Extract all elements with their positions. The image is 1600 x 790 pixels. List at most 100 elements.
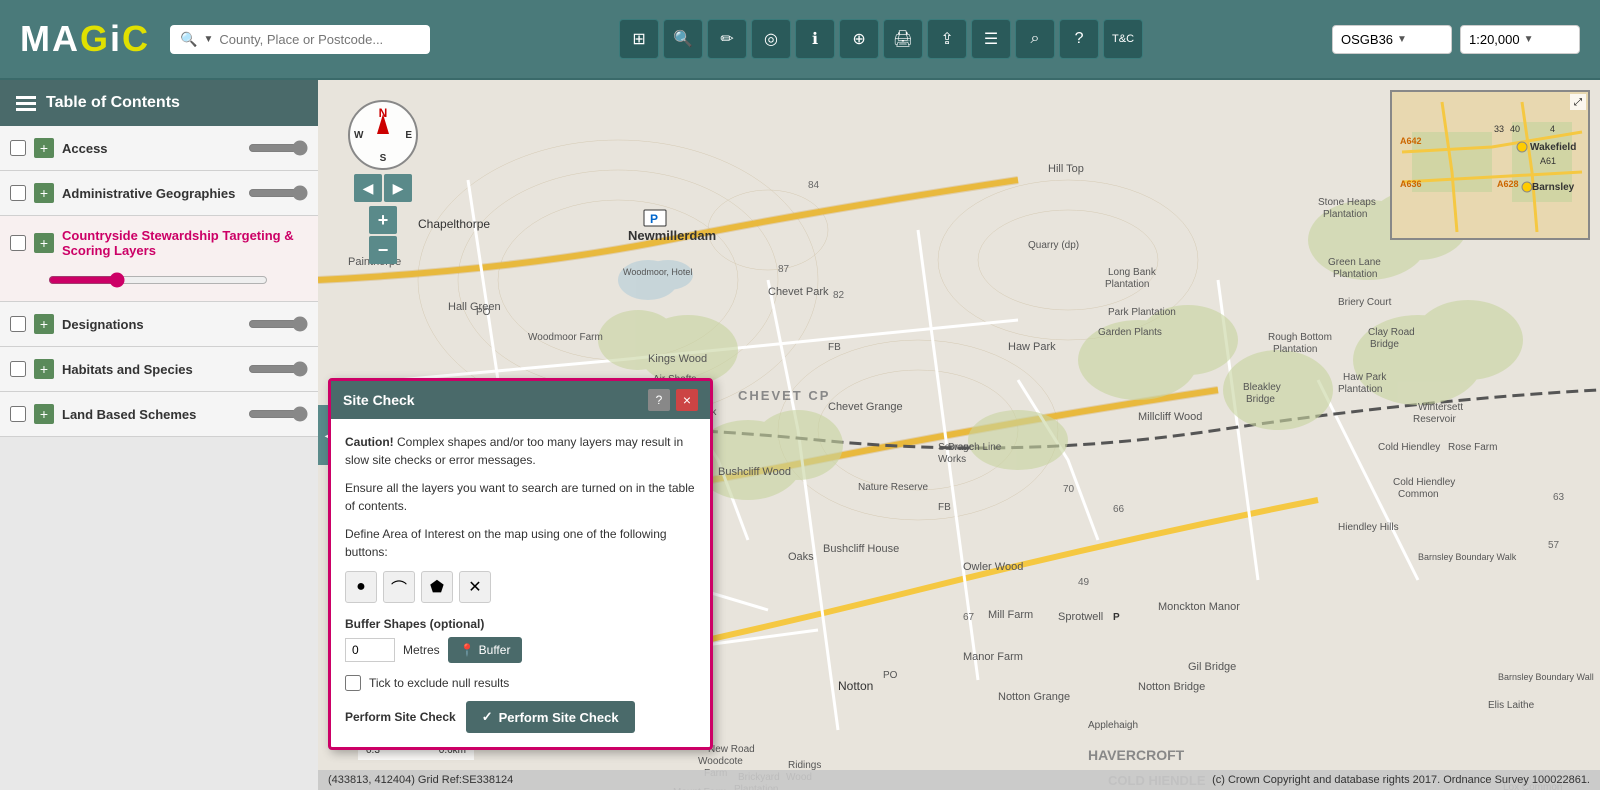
layer-access: + Access bbox=[0, 126, 318, 171]
svg-text:Monckton Manor: Monckton Manor bbox=[1158, 601, 1240, 613]
layer-habitats-row: + Habitats and Species bbox=[0, 347, 318, 391]
layer-designations-slider[interactable] bbox=[248, 316, 308, 332]
share-icon: ⇪ bbox=[940, 29, 953, 49]
svg-text:P: P bbox=[650, 212, 658, 226]
layers-icon: ⊞ bbox=[632, 29, 645, 49]
line-draw-btn[interactable]: ⌒ bbox=[383, 571, 415, 603]
coord-system-selector[interactable]: OSGB36 ▼ bbox=[1332, 25, 1452, 54]
svg-text:Stone Heaps: Stone Heaps bbox=[1318, 197, 1376, 208]
layer-admin-checkbox[interactable] bbox=[10, 185, 26, 201]
draw-tool-btn[interactable]: ✏ bbox=[707, 19, 747, 59]
layers-tool-btn[interactable]: ⊞ bbox=[619, 19, 659, 59]
dialog-close-btn[interactable]: × bbox=[676, 389, 698, 411]
layer-countryside-name: Countryside Stewardship Targeting & Scor… bbox=[62, 228, 308, 258]
svg-text:A61: A61 bbox=[1540, 156, 1556, 166]
layer-access-slider[interactable] bbox=[248, 140, 308, 156]
layer-land-based-expand[interactable]: + bbox=[34, 404, 54, 424]
layer-access-expand[interactable]: + bbox=[34, 138, 54, 158]
search-dropdown-icon[interactable]: ▼ bbox=[203, 34, 213, 45]
scale-selector[interactable]: 1:20,000 ▼ bbox=[1460, 25, 1580, 54]
logo-dot: G bbox=[80, 18, 110, 59]
layer-countryside-slider[interactable] bbox=[48, 272, 268, 288]
search-tool-icon: 🔍 bbox=[673, 29, 693, 49]
zoom-out-btn[interactable]: − bbox=[369, 236, 397, 264]
search-icon: 🔍 bbox=[180, 31, 197, 48]
svg-text:Plantation: Plantation bbox=[1273, 344, 1317, 355]
layer-access-checkbox[interactable] bbox=[10, 140, 26, 156]
layer-land-based-name: Land Based Schemes bbox=[62, 407, 240, 422]
find-tool-btn[interactable]: ⌕ bbox=[1015, 19, 1055, 59]
svg-text:Kings Wood: Kings Wood bbox=[648, 353, 707, 365]
nav-left-btn[interactable]: ◀ bbox=[354, 174, 382, 202]
map-controls: N S E W ◀ ▶ + − bbox=[348, 100, 418, 264]
copyright-text: (c) Crown Copyright and database rights … bbox=[1212, 774, 1590, 786]
layers-header-icon bbox=[16, 96, 36, 111]
layer-designations-expand[interactable]: + bbox=[34, 314, 54, 334]
nav-right-btn[interactable]: ▶ bbox=[384, 174, 412, 202]
layer-countryside-expand[interactable]: + bbox=[34, 233, 54, 253]
compass[interactable]: N S E W bbox=[348, 100, 418, 170]
buffer-input[interactable] bbox=[345, 638, 395, 662]
svg-text:Cold Hiendley: Cold Hiendley bbox=[1393, 477, 1455, 488]
layer-land-based-slider[interactable] bbox=[248, 406, 308, 422]
layer-admin-expand[interactable]: + bbox=[34, 183, 54, 203]
point-draw-btn[interactable]: ● bbox=[345, 571, 377, 603]
coord-dropdown-icon: ▼ bbox=[1397, 34, 1407, 45]
map-container[interactable]: ◀ bbox=[318, 80, 1600, 790]
layer-admin-slider[interactable] bbox=[248, 185, 308, 201]
compass-west: W bbox=[354, 130, 363, 141]
perform-site-check-btn[interactable]: ✓ Perform Site Check bbox=[466, 701, 635, 733]
coord-system-value: OSGB36 bbox=[1341, 32, 1393, 47]
svg-text:Owler Wood: Owler Wood bbox=[963, 561, 1023, 573]
svg-text:Plantation: Plantation bbox=[1333, 269, 1377, 280]
buffer-btn[interactable]: 📍 Buffer bbox=[448, 637, 523, 663]
svg-text:Green Lane: Green Lane bbox=[1328, 257, 1381, 268]
mini-map-inner: A642 A636 A628 Wakefield Barnsley 4 33 4… bbox=[1392, 92, 1588, 238]
svg-text:Gil Bridge: Gil Bridge bbox=[1188, 661, 1236, 673]
site-check-title: Site Check bbox=[343, 392, 415, 408]
locate-tool-btn[interactable]: ◎ bbox=[751, 19, 791, 59]
search-input[interactable] bbox=[219, 32, 419, 47]
svg-text:63: 63 bbox=[1553, 492, 1565, 503]
svg-text:57: 57 bbox=[1548, 540, 1560, 551]
svg-text:Bridge: Bridge bbox=[1246, 394, 1275, 405]
svg-text:Barnsley: Barnsley bbox=[1532, 182, 1575, 193]
layer-admin-name: Administrative Geographies bbox=[62, 186, 240, 201]
layer-habitats-slider[interactable] bbox=[248, 361, 308, 377]
mini-map-svg: A642 A636 A628 Wakefield Barnsley 4 33 4… bbox=[1392, 92, 1590, 240]
svg-text:4: 4 bbox=[1550, 124, 1555, 134]
measure-tool-btn[interactable]: ⊕ bbox=[839, 19, 879, 59]
find-icon: ⌕ bbox=[1031, 30, 1040, 48]
sidebar: Table of Contents + Access + Administrat… bbox=[0, 80, 318, 790]
print-tool-btn[interactable]: 🖨 bbox=[883, 19, 923, 59]
mini-map-expand-btn[interactable]: ⤢ bbox=[1570, 94, 1586, 110]
svg-text:67: 67 bbox=[963, 612, 975, 623]
svg-text:Rose Farm: Rose Farm bbox=[1448, 442, 1497, 453]
dialog-help-btn[interactable]: ? bbox=[648, 389, 670, 411]
exclude-row: Tick to exclude null results bbox=[345, 675, 696, 691]
search-tool-btn[interactable]: 🔍 bbox=[663, 19, 703, 59]
list-tool-btn[interactable]: ☰ bbox=[971, 19, 1011, 59]
svg-text:Barnsley Boundary Wall: Barnsley Boundary Wall bbox=[1498, 672, 1594, 682]
header: MAGiC 🔍 ▼ ⊞ 🔍 ✏ ◎ ℹ ⊕ 🖨 ⇪ ☰ bbox=[0, 0, 1600, 80]
share-tool-btn[interactable]: ⇪ bbox=[927, 19, 967, 59]
help-tool-btn[interactable]: ? bbox=[1059, 19, 1099, 59]
zoom-in-btn[interactable]: + bbox=[369, 206, 397, 234]
compass-south: S bbox=[380, 153, 387, 164]
exclude-null-checkbox[interactable] bbox=[345, 675, 361, 691]
toolbar-center: ⊞ 🔍 ✏ ◎ ℹ ⊕ 🖨 ⇪ ☰ ⌕ ? bbox=[450, 19, 1312, 59]
svg-text:Hiendley Hills: Hiendley Hills bbox=[1338, 522, 1399, 533]
polygon-draw-btn[interactable]: ⬟ bbox=[421, 571, 453, 603]
layer-habitats-checkbox[interactable] bbox=[10, 361, 26, 377]
layer-designations-checkbox[interactable] bbox=[10, 316, 26, 332]
info-tool-btn[interactable]: ℹ bbox=[795, 19, 835, 59]
svg-text:P: P bbox=[1113, 612, 1120, 623]
layer-habitats-expand[interactable]: + bbox=[34, 359, 54, 379]
layer-land-based-checkbox[interactable] bbox=[10, 406, 26, 422]
svg-text:Briery Court: Briery Court bbox=[1338, 297, 1392, 308]
buffer-units: Metres bbox=[403, 643, 440, 657]
tc-tool-btn[interactable]: T&C bbox=[1103, 19, 1143, 59]
layer-countryside-checkbox[interactable] bbox=[10, 235, 26, 251]
print-icon: 🖨 bbox=[893, 29, 913, 49]
clear-draw-btn[interactable]: ✕ bbox=[459, 571, 491, 603]
